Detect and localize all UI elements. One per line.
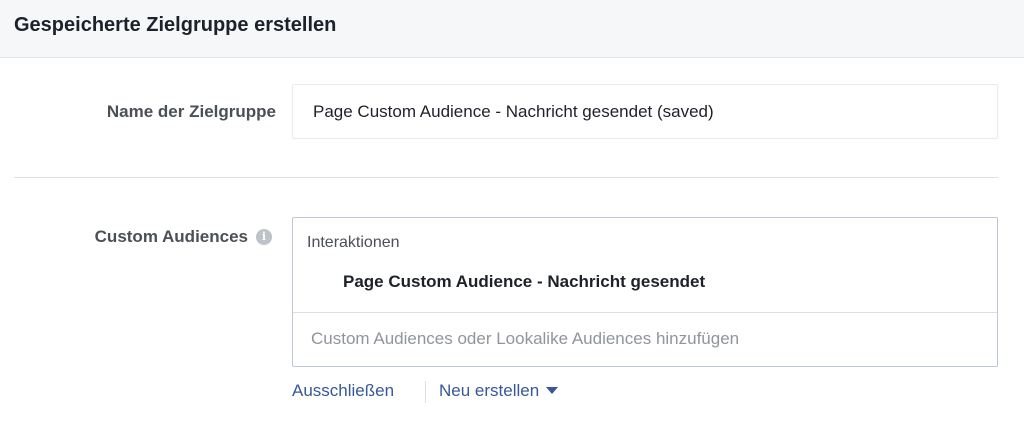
create-new-button[interactable]: Neu erstellen	[439, 381, 559, 401]
custom-audiences-box: Interaktionen Page Custom Audience - Nac…	[292, 217, 998, 367]
audience-name-field[interactable]: Page Custom Audience - Nachricht gesende…	[292, 84, 998, 139]
dialog-title: Gespeicherte Zielgruppe erstellen	[14, 14, 337, 36]
dialog-header: Gespeicherte Zielgruppe erstellen	[0, 0, 1024, 58]
actions-divider	[425, 381, 426, 403]
audience-name-label: Name der Zielgruppe	[106, 102, 276, 121]
custom-audiences-label: Custom Audiences	[94, 227, 248, 246]
info-icon[interactable]: i	[256, 229, 272, 245]
section-divider	[14, 177, 998, 178]
selected-audience-item[interactable]: Page Custom Audience - Nachricht gesende…	[343, 272, 705, 292]
exclude-link[interactable]: Ausschließen	[292, 381, 394, 401]
create-new-label: Neu erstellen	[439, 381, 540, 400]
caret-down-icon	[546, 387, 559, 395]
audience-group-title: Interaktionen	[307, 234, 400, 251]
custom-audiences-search-input[interactable]	[293, 313, 997, 365]
